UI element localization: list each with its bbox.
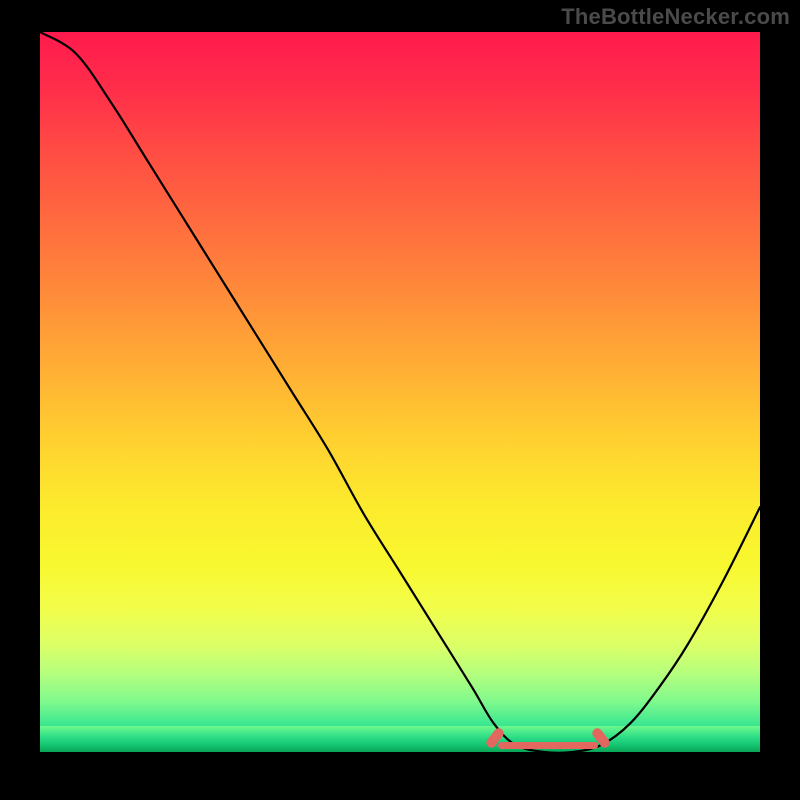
bottleneck-curve-path bbox=[40, 32, 760, 752]
plot-area bbox=[40, 32, 760, 752]
optimal-range-marker bbox=[498, 742, 598, 749]
chart-frame: TheBottleNecker.com bbox=[0, 0, 800, 800]
watermark-text: TheBottleNecker.com bbox=[561, 4, 790, 30]
bottleneck-curve bbox=[40, 32, 760, 752]
